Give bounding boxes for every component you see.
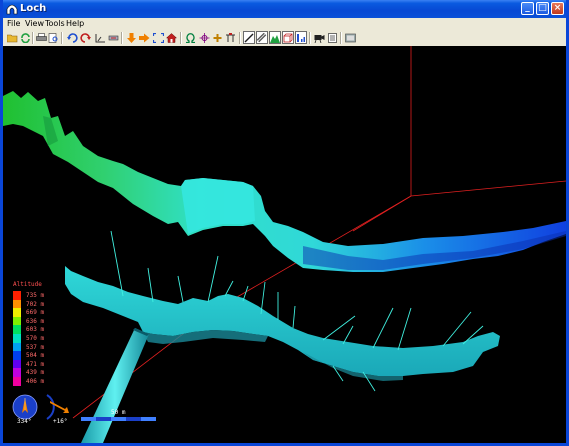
open-button[interactable] <box>7 32 18 43</box>
print-button[interactable] <box>36 32 47 43</box>
loch-app-icon <box>6 4 18 15</box>
zoom-extents-icon <box>153 32 164 43</box>
window-title: Loch <box>20 3 47 14</box>
home-icon <box>166 32 177 43</box>
toolbar-separator <box>239 32 241 44</box>
reload-icon <box>21 32 30 43</box>
zoom-extents-button[interactable] <box>153 32 164 43</box>
upper-passage <box>3 91 566 272</box>
terrain-toggle[interactable] <box>269 31 281 44</box>
toolbar-separator <box>32 32 34 44</box>
compass-indicator[interactable] <box>12 394 38 420</box>
close-icon: × <box>553 3 562 13</box>
plan-view-button[interactable] <box>95 32 106 43</box>
legend-label: 504 m <box>26 352 45 360</box>
toolbar <box>3 30 566 47</box>
centerline-toggle[interactable] <box>243 31 255 44</box>
toolbar-separator <box>309 32 311 44</box>
info-icon <box>328 32 337 43</box>
toolbar-separator <box>180 32 182 44</box>
terrain-icon <box>270 34 280 43</box>
foreground-tube <box>81 328 149 443</box>
clino-tilt: +16° <box>53 418 68 425</box>
fullscreen-button[interactable] <box>345 32 356 43</box>
bounding-box-icon <box>283 33 293 42</box>
print-preview-icon <box>48 32 58 43</box>
color-scale-toggle[interactable] <box>295 31 307 44</box>
scale-bar <box>81 417 156 421</box>
menu-help[interactable]: Help <box>66 19 84 28</box>
rotate-right-button[interactable] <box>80 32 91 43</box>
info-button[interactable] <box>327 32 338 43</box>
legend-label: 439 m <box>26 369 45 377</box>
plus-icon <box>213 33 222 42</box>
move-right-button[interactable] <box>139 32 150 43</box>
move-right-icon <box>139 33 150 42</box>
omega-icon <box>186 32 195 43</box>
legend-label: 471 m <box>26 360 45 368</box>
elevation-view-button[interactable] <box>108 32 119 43</box>
compass-heading: 334° <box>17 418 32 425</box>
bounding-box-toggle[interactable] <box>282 31 294 44</box>
print-icon <box>36 32 47 41</box>
close-button[interactable]: × <box>551 2 564 15</box>
print-preview-button[interactable] <box>48 32 59 43</box>
legend-swatch <box>13 377 21 387</box>
entrance-button[interactable] <box>225 32 236 43</box>
menu-tools[interactable]: Tools <box>45 19 65 28</box>
menu-view[interactable]: View <box>25 19 44 28</box>
crosshair-icon <box>199 32 210 43</box>
scale-bar-label: 50 m <box>111 409 126 416</box>
tube-icon <box>257 32 267 42</box>
menu-file[interactable]: File <box>7 19 20 28</box>
toolbar-separator <box>121 32 123 44</box>
entrance-icon <box>226 32 235 42</box>
legend-label: 735 m <box>26 292 45 299</box>
toolbar-separator <box>340 32 342 44</box>
rotate-left-button[interactable] <box>67 32 78 43</box>
open-folder-icon <box>7 34 18 42</box>
cave-survey-render[interactable] <box>3 46 566 443</box>
title-bar[interactable]: Loch _ □ × <box>3 0 566 18</box>
toolbar-separator <box>61 32 63 44</box>
tube-toggle[interactable] <box>256 31 268 44</box>
3d-viewport[interactable]: Altitude 735 m 702 m 669 m 636 m 603 m 570 m5… <box>3 46 566 443</box>
elevation-view-icon <box>108 35 119 40</box>
move-down-icon <box>127 32 136 43</box>
fullscreen-icon <box>345 33 356 42</box>
plan-view-icon <box>95 33 105 42</box>
clino-indicator[interactable] <box>46 394 69 420</box>
centerline-icon <box>244 33 254 42</box>
reload-button[interactable] <box>20 32 31 43</box>
legend-label: 570 m <box>26 335 45 342</box>
camera-button[interactable] <box>314 32 325 43</box>
legend-label: 636 m <box>26 317 45 325</box>
home-button[interactable] <box>166 32 177 43</box>
legend-label: 537 m <box>26 343 45 351</box>
move-down-button[interactable] <box>126 32 137 43</box>
legend-label: 406 m <box>26 378 45 385</box>
app-window: Loch _ □ × File View Tools Help Altitude… <box>0 0 569 446</box>
color-scale-icon <box>297 33 305 42</box>
camera-icon <box>314 34 325 43</box>
legend-label: 603 m <box>26 326 45 334</box>
menu-bar: File View Tools Help <box>3 18 566 30</box>
maximize-button[interactable]: □ <box>536 2 549 15</box>
maximize-icon: □ <box>538 3 547 13</box>
minimize-button[interactable]: _ <box>521 2 534 15</box>
rotate-right-icon <box>80 32 91 43</box>
crosshair-button[interactable] <box>199 32 210 43</box>
minimize-icon: _ <box>525 3 530 13</box>
legend-title: Altitude <box>13 281 42 288</box>
legend-label: 669 m <box>26 309 45 317</box>
bounding-box <box>72 46 566 419</box>
legend-label: 702 m <box>26 300 45 308</box>
omega-button[interactable] <box>185 32 196 43</box>
plus-button[interactable] <box>212 32 223 43</box>
rotate-left-icon <box>67 32 78 43</box>
